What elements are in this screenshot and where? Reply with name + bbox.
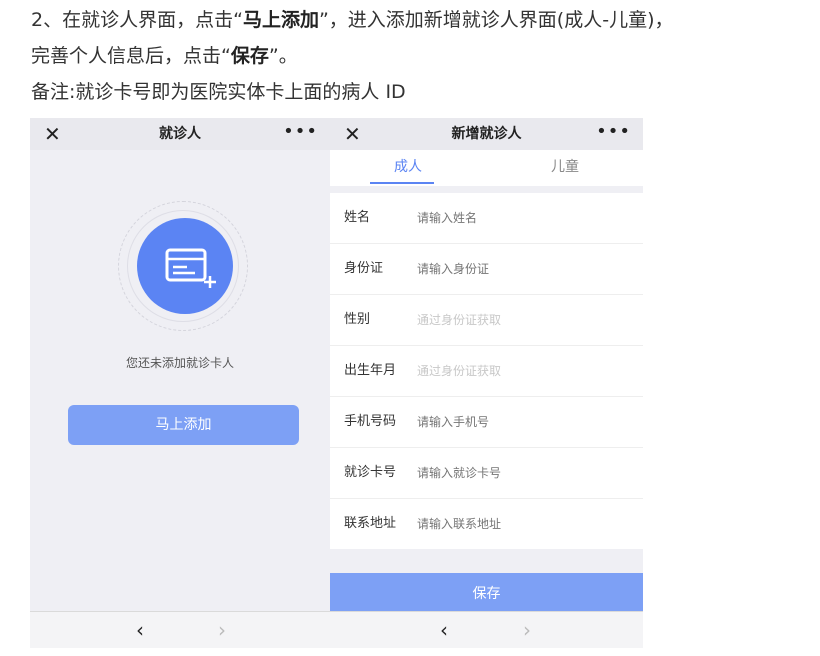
field-label: 联系地址: [344, 516, 397, 531]
gender-value: 通过身份证获取: [417, 313, 502, 327]
title-bar: ✕ 就诊人 •••: [30, 118, 330, 150]
field-label: 出生年月: [344, 363, 397, 378]
address-input[interactable]: [417, 515, 617, 533]
tab-child[interactable]: 儿童: [515, 150, 615, 186]
form-row-name: 姓名: [330, 193, 643, 244]
form-row-phone: 手机号码: [330, 397, 643, 448]
card-number-input[interactable]: [417, 464, 617, 482]
more-icon[interactable]: •••: [596, 120, 631, 144]
form-row-card-number: 就诊卡号: [330, 448, 643, 499]
id-card-add-icon: [165, 248, 216, 288]
patient-list-screen: ✕ 就诊人 ••• 您还未添加就诊卡人 马上添加 ‹ ›: [30, 118, 330, 648]
field-label: 就诊卡号: [344, 465, 397, 480]
id-card-input[interactable]: [417, 260, 617, 278]
instruction-note: 备注:就诊卡号即为医院实体卡上面的病人 ID: [31, 81, 406, 103]
browser-nav-bar: ‹ ›: [330, 611, 643, 648]
save-button[interactable]: 保存: [330, 573, 643, 615]
forward-arrow-icon[interactable]: ›: [523, 618, 531, 642]
back-arrow-icon[interactable]: ‹: [440, 618, 448, 642]
field-label: 手机号码: [344, 414, 397, 429]
add-patient-screen: ✕ 新增就诊人 ••• 成人 儿童 姓名 身份证 性别 通过身份证获取 出生年月…: [330, 118, 643, 648]
instruction-line-1: 2、在就诊人界面，点击“马上添加”，进入添加新增就诊人界面(成人-儿童)，: [31, 8, 673, 32]
phone-input[interactable]: [417, 413, 617, 431]
forward-arrow-icon[interactable]: ›: [218, 618, 226, 642]
form-row-birth: 出生年月 通过身份证获取: [330, 346, 643, 397]
browser-nav-bar: ‹ ›: [30, 611, 330, 648]
name-input[interactable]: [417, 209, 617, 227]
form-row-gender: 性别 通过身份证获取: [330, 295, 643, 346]
instruction-bold: 保存: [230, 45, 269, 67]
instruction-line-2: 完善个人信息后，点击“保存”。: [31, 44, 298, 68]
field-label: 姓名: [344, 210, 371, 225]
field-label: 性别: [344, 312, 371, 327]
active-tab-indicator: [370, 182, 434, 184]
patient-form: 姓名 身份证 性别 通过身份证获取 出生年月 通过身份证获取 手机号码 就诊卡号…: [330, 193, 643, 549]
birth-date-value: 通过身份证获取: [417, 364, 502, 378]
instruction-bold: 马上添加: [242, 9, 319, 31]
instruction-text: 2、在就诊人界面，点击“: [31, 9, 243, 31]
title-bar: ✕ 新增就诊人 •••: [330, 118, 643, 150]
empty-state-text: 您还未添加就诊卡人: [125, 356, 234, 370]
field-label: 身份证: [344, 261, 384, 276]
back-arrow-icon[interactable]: ‹: [136, 618, 144, 642]
patient-type-tabs: 成人 儿童: [330, 150, 643, 186]
instruction-text: ”，进入添加新增就诊人界面(成人-儿童)，: [318, 9, 674, 31]
more-icon[interactable]: •••: [283, 120, 318, 144]
instruction-text: ”。: [268, 45, 298, 67]
instruction-text: 完善个人信息后，点击“: [31, 45, 231, 67]
add-now-button[interactable]: 马上添加: [68, 405, 299, 445]
form-row-address: 联系地址: [330, 499, 643, 549]
form-row-id-card: 身份证: [330, 244, 643, 295]
tab-adult[interactable]: 成人: [358, 150, 458, 186]
